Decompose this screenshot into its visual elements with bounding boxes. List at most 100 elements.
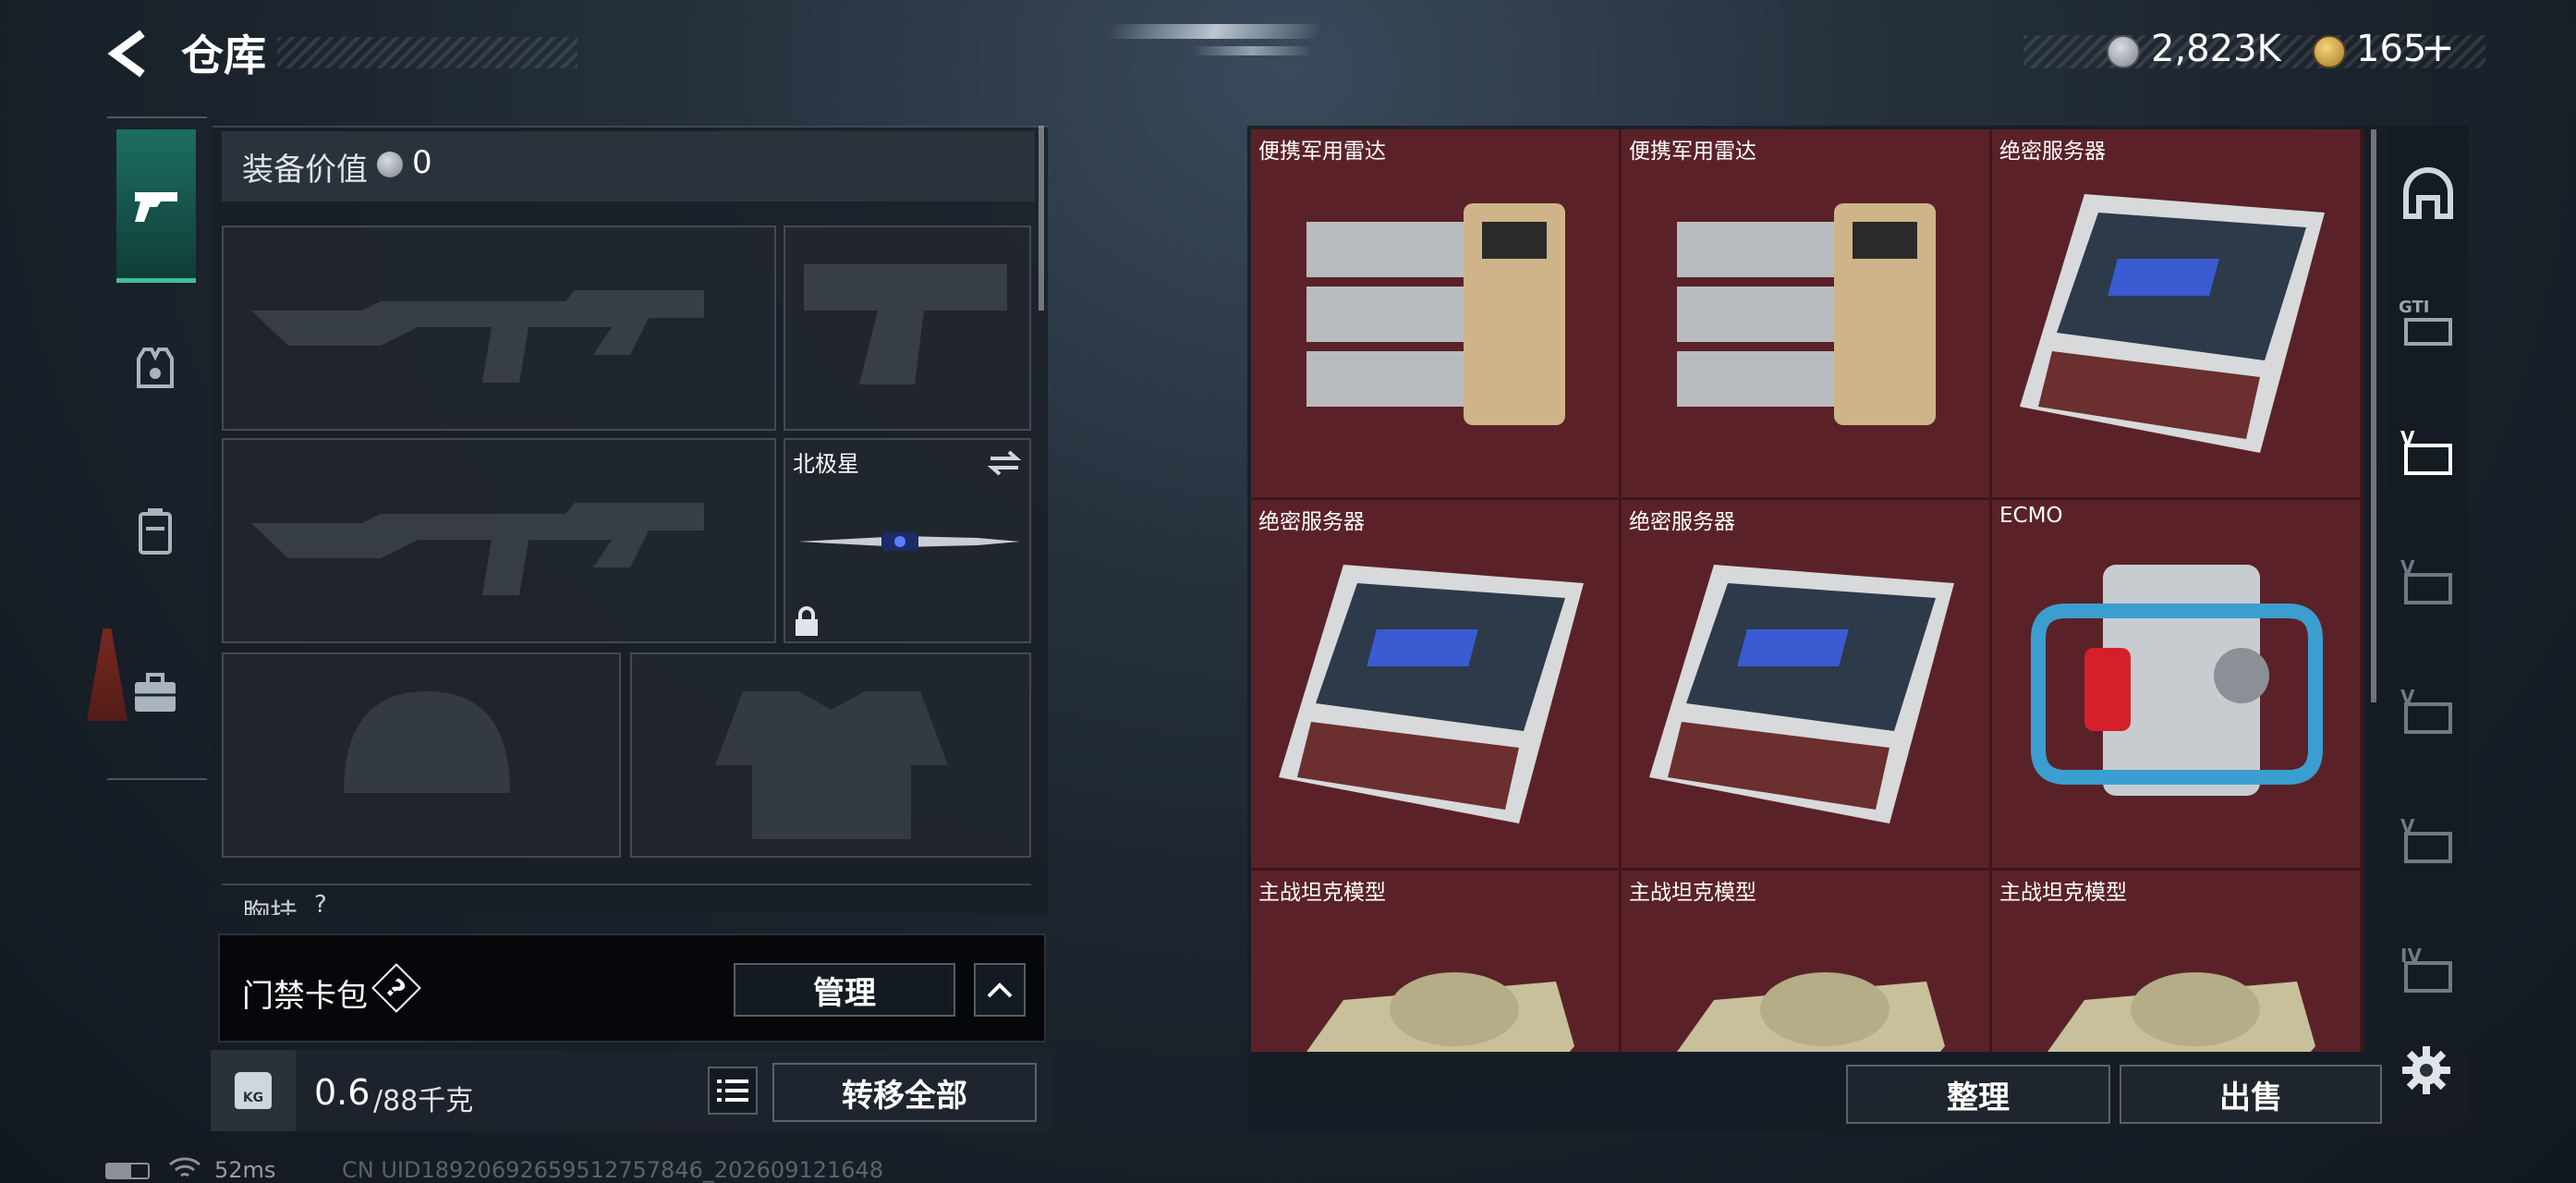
title-underline-decoration	[277, 37, 577, 68]
stash-tab-4[interactable]: V	[2391, 545, 2465, 619]
chest-rig-label: 胸挂	[242, 898, 298, 915]
stash-item-name: 便携军用雷达	[1258, 140, 1386, 164]
tab-label: GTI	[2399, 298, 2430, 317]
stash-scrollbar[interactable]	[2371, 129, 2376, 702]
military-radar-icon	[1677, 203, 1936, 425]
server-icon	[1279, 565, 1584, 823]
armor-vest-icon	[137, 348, 174, 388]
storage-box-icon	[2404, 961, 2452, 993]
rifle-silhouette-icon	[251, 503, 704, 595]
ceiling-light	[1192, 46, 1312, 55]
stash-item[interactable]: 便携军用雷达	[1622, 129, 1991, 499]
knife-icon	[798, 532, 1020, 551]
stash-item-name: 主战坦克模型	[1258, 881, 1386, 905]
stash-item[interactable]: 绝密服务器	[1251, 500, 1621, 870]
chest-rig-hint: ?	[314, 891, 327, 915]
capacity-current: 0.6	[314, 1072, 371, 1113]
equipment-value-label: 装备价值	[242, 152, 368, 189]
kg-badge-text: KG	[242, 1091, 264, 1105]
handgun-silhouette-icon	[804, 264, 1007, 384]
equipment-value-amount: 0	[412, 144, 432, 181]
stash-tab-2[interactable]: GTI	[2391, 287, 2465, 360]
capacity-max: /88千克	[373, 1085, 474, 1117]
melee-name: 北极星	[793, 451, 859, 477]
manage-button[interactable]: 管理	[734, 963, 955, 1017]
tank-model-icon	[2047, 972, 2315, 1052]
chevron-up-icon	[987, 982, 1013, 998]
stash-item-name: 绝密服务器	[1258, 510, 1365, 534]
uid-text: CN UID18920692659512757846_202609121648	[342, 1157, 884, 1183]
side-nav-tab-case[interactable]	[118, 656, 192, 730]
pistol-icon	[135, 192, 177, 222]
stash-item[interactable]: 主战坦克模型	[1992, 871, 2362, 1052]
sort-button[interactable]: 整理	[1846, 1065, 2110, 1124]
stash-item[interactable]: 便携军用雷达	[1251, 129, 1621, 499]
stash-item[interactable]: 主战坦克模型	[1251, 871, 1621, 1052]
ping-value: 52ms	[214, 1157, 276, 1183]
weight-badge: KG	[211, 1050, 296, 1131]
sidearm-slot[interactable]	[784, 226, 1031, 431]
kg-weight-icon: KG	[235, 1072, 272, 1109]
rifle-silhouette-icon	[251, 290, 704, 383]
stash-tab-6[interactable]: V	[2391, 804, 2465, 878]
list-icon	[717, 1079, 748, 1102]
helmet-slot[interactable]	[222, 652, 621, 858]
storage-box-icon	[2404, 318, 2452, 346]
battery-icon	[105, 1163, 150, 1179]
tank-model-icon	[1306, 972, 1574, 1052]
stash-item[interactable]: 绝密服务器	[1622, 500, 1991, 870]
chest-rig-section[interactable]: 胸挂 ?	[222, 884, 1031, 915]
settings-button[interactable]	[2399, 1043, 2454, 1098]
primary-weapon-slot[interactable]	[222, 226, 776, 431]
gear-icon	[2402, 1046, 2450, 1094]
briefcase-icon	[135, 673, 176, 712]
helmet-silhouette-icon	[344, 691, 510, 793]
list-view-button[interactable]	[708, 1067, 758, 1115]
swap-icon[interactable]	[987, 449, 1022, 477]
collapse-button[interactable]	[974, 963, 1026, 1017]
side-nav-tab-backpack[interactable]	[118, 494, 192, 567]
transfer-all-button[interactable]: 转移全部	[772, 1063, 1037, 1122]
back-button[interactable]	[102, 26, 157, 81]
page-title: 仓库	[181, 30, 266, 80]
backpack-icon	[139, 508, 172, 555]
currency-value: 2,823K	[2151, 28, 2281, 70]
value-coin-icon	[377, 152, 403, 177]
coupon-value: 165	[2356, 28, 2427, 70]
server-icon	[1649, 565, 1954, 823]
stash-item-name: 便携军用雷达	[1629, 140, 1756, 164]
tank-model-icon	[1677, 972, 1945, 1052]
keycard-label: 门禁卡包	[242, 978, 368, 1015]
stash-item-name: 绝密服务器	[1629, 510, 1735, 534]
stash-tab-5[interactable]: V	[2391, 675, 2465, 749]
loadout-scrollbar[interactable]	[1039, 126, 1044, 311]
military-radar-icon	[1306, 203, 1565, 425]
stash-tab-home[interactable]	[2391, 157, 2465, 231]
secondary-weapon-slot[interactable]	[222, 438, 776, 643]
stash-item[interactable]: ECMO	[1992, 500, 2362, 870]
stash-grid: 便携军用雷达 便携军用雷达 绝密服务器 绝密服务器 绝密服务器 ECMO 主战坦…	[1251, 129, 2363, 1052]
vault-icon	[2403, 167, 2453, 219]
body-armor-slot[interactable]	[630, 652, 1031, 858]
coupon-icon	[2313, 35, 2346, 68]
stash-item-name: 主战坦克模型	[1629, 881, 1756, 905]
back-arrow-icon	[107, 30, 145, 78]
stash-tab-3[interactable]: V	[2391, 416, 2465, 490]
stash-item[interactable]: 绝密服务器	[1992, 129, 2362, 499]
lock-icon	[796, 606, 818, 636]
storage-box-icon	[2404, 702, 2452, 734]
stash-item-name: 主战坦克模型	[1999, 881, 2127, 905]
melee-slot[interactable]: 北极星	[784, 438, 1031, 643]
storage-box-icon	[2404, 444, 2452, 475]
wifi-icon	[169, 1157, 200, 1177]
stash-item-name: 绝密服务器	[1999, 140, 2106, 164]
side-nav-tab-armor[interactable]	[118, 331, 192, 405]
ceiling-light	[1106, 24, 1324, 39]
add-coupon-button[interactable]: +	[2421, 24, 2455, 71]
stash-item[interactable]: 主战坦克模型	[1622, 871, 1991, 1052]
currency-coin-icon	[2107, 35, 2140, 68]
sell-button[interactable]: 出售	[2120, 1065, 2382, 1124]
side-nav-tab-weapons[interactable]	[116, 129, 196, 283]
stash-item-name: ECMO	[1999, 504, 2063, 528]
stash-tab-7[interactable]: IV	[2391, 933, 2465, 1007]
